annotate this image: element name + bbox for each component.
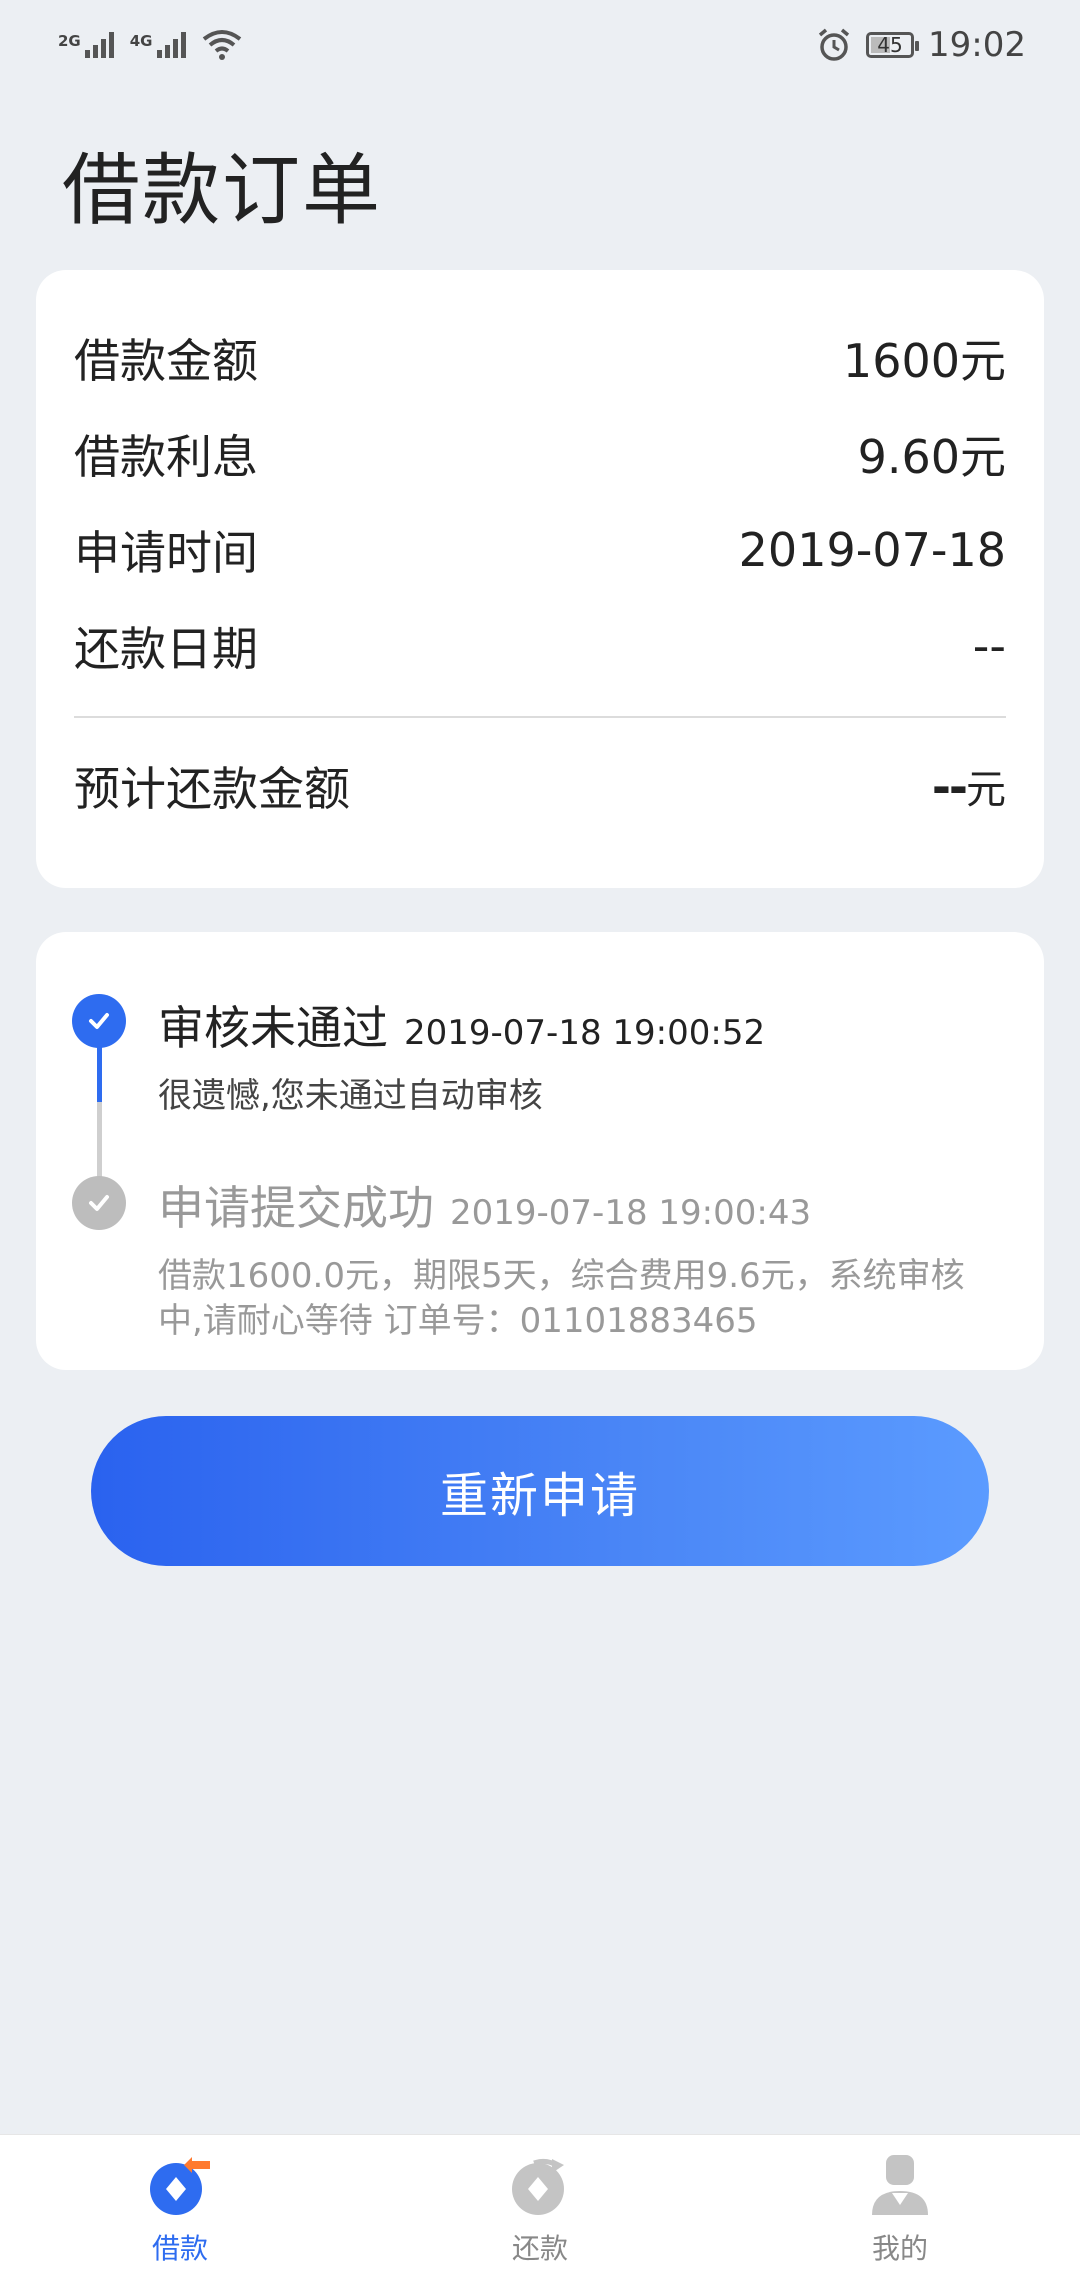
info-value: -- xyxy=(972,619,1006,673)
repay-icon xyxy=(512,2158,564,2215)
clock-time: 19:02 xyxy=(928,25,1026,65)
status-bar-left: 2G 4G xyxy=(58,29,242,61)
info-row-loan-amount: 借款金额 1600元 xyxy=(74,310,1006,406)
profile-icon xyxy=(872,2155,928,2215)
network-type-4g: 4G xyxy=(129,32,153,50)
info-row-repay-date: 还款日期 -- xyxy=(74,598,1006,694)
battery-icon: 45 xyxy=(866,32,920,58)
signal-4g: 4G xyxy=(130,32,186,58)
check-circle-icon xyxy=(72,994,126,1048)
divider xyxy=(74,716,1006,718)
timeline-time: 2019-07-18 19:00:43 xyxy=(450,1193,812,1233)
alarm-icon xyxy=(818,28,850,61)
info-label: 还款日期 xyxy=(74,622,258,676)
timeline-desc: 借款1600.0元，期限5天，综合费用9.6元，系统审核中,请耐心等待 订单号：… xyxy=(158,1256,965,1341)
timeline-title: 申请提交成功 xyxy=(158,1181,434,1235)
loan-icon xyxy=(150,2157,210,2215)
info-value: 1600元 xyxy=(842,334,1006,388)
timeline-title-row: 审核未通过 2019-07-18 19:00:52 xyxy=(158,992,994,1058)
info-row-expected-repay: 预计还款金额 --元 xyxy=(74,738,1006,834)
info-row-interest: 借款利息 9.60元 xyxy=(74,406,1006,502)
info-label: 预计还款金额 xyxy=(74,762,350,816)
status-timeline-card: 审核未通过 2019-07-18 19:00:52 很遗憾,您未通过自动审核 申… xyxy=(36,932,1044,1370)
timeline-text-rejected: 审核未通过 2019-07-18 19:00:52 很遗憾,您未通过自动审核 xyxy=(158,992,994,1119)
expected-repay-amount: -- xyxy=(931,760,968,814)
timeline-desc: 很遗憾,您未通过自动审核 xyxy=(158,1076,543,1116)
expected-repay-value: --元 xyxy=(932,757,1006,815)
tab-loan[interactable]: 借款 xyxy=(0,2135,360,2280)
timeline-text-submitted: 申请提交成功 2019-07-18 19:00:43 借款1600.0元，期限5… xyxy=(158,1172,994,1344)
wifi-icon xyxy=(202,30,241,60)
currency-unit: 元 xyxy=(966,767,1006,813)
tab-profile[interactable]: 我的 xyxy=(720,2135,1080,2280)
info-label: 借款金额 xyxy=(74,334,258,388)
timeline-line-active xyxy=(97,1040,102,1102)
page-title: 借款订单 xyxy=(62,146,383,236)
network-type-2g: 2G xyxy=(58,32,81,50)
info-value: 9.60元 xyxy=(857,430,1006,484)
timeline-time: 2019-07-18 19:00:52 xyxy=(404,1013,766,1053)
signal-2g: 2G xyxy=(58,32,114,58)
info-label: 申请时间 xyxy=(74,526,258,580)
timeline-title: 审核未通过 xyxy=(158,1001,388,1055)
info-row-apply-time: 申请时间 2019-07-18 xyxy=(74,502,1006,598)
tab-label: 我的 xyxy=(871,2232,928,2265)
order-info-card: 借款金额 1600元 借款利息 9.60元 申请时间 2019-07-18 还款… xyxy=(36,270,1044,888)
status-bar: 2G 4G 45 19:02 xyxy=(0,0,1080,90)
tab-repay[interactable]: 还款 xyxy=(360,2135,720,2280)
signal-bars-icon xyxy=(156,32,186,58)
info-label: 借款利息 xyxy=(74,430,258,484)
info-value: 2019-07-18 xyxy=(738,523,1006,577)
reapply-button[interactable]: 重新申请 xyxy=(91,1416,989,1566)
tab-label: 借款 xyxy=(151,2232,208,2265)
timeline-title-row: 申请提交成功 2019-07-18 19:00:43 xyxy=(158,1172,994,1238)
status-bar-right: 45 19:02 xyxy=(816,25,1026,65)
signal-bars-icon xyxy=(84,32,114,58)
bottom-tab-bar: 借款 还款 我的 xyxy=(0,2134,1080,2280)
tab-label: 还款 xyxy=(511,2232,568,2265)
battery-level: 45 xyxy=(877,33,903,57)
check-circle-icon xyxy=(72,1176,126,1230)
